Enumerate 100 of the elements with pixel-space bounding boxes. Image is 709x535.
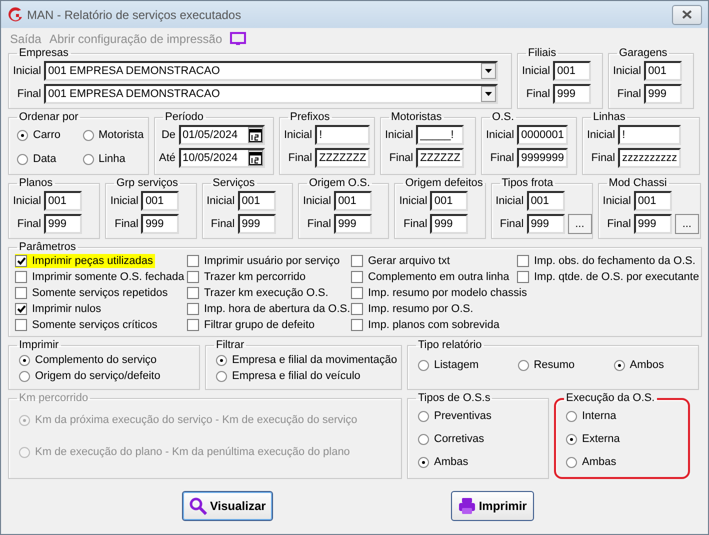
input-field[interactable]: _____! [416, 125, 464, 145]
close-button[interactable] [672, 4, 702, 24]
radio-option[interactable]: Ambos [614, 358, 664, 372]
radio-option[interactable]: Corretivas [418, 432, 484, 446]
group-title: Tipos de O.S.s [417, 392, 492, 405]
field-label: Inicial [486, 129, 514, 141]
checkbox-option[interactable]: Imprimir nulos [15, 302, 104, 316]
radio-option[interactable]: Ambas [566, 455, 616, 469]
input-field[interactable]: 001 [141, 191, 180, 211]
input-field[interactable]: zzzzzzzzzz [618, 148, 682, 168]
group-title: Motoristas [390, 111, 443, 124]
input-field[interactable]: 999 [44, 214, 82, 234]
dropdown-arrow-icon [485, 92, 492, 96]
field-label: Inicial [110, 195, 138, 207]
input-field[interactable]: 001 [238, 191, 276, 211]
input-field[interactable]: 001 [44, 191, 82, 211]
field-label: Até [159, 152, 176, 164]
input-field[interactable]: 999 [553, 84, 592, 104]
field-label: Inicial [206, 195, 235, 207]
dropdown-field[interactable]: 001 EMPRESA DEMONSTRACAO [44, 84, 498, 104]
radio-option[interactable]: Empresa e filial da movimentação [216, 353, 398, 367]
field-label: Final [490, 152, 514, 164]
group-title: Imprimir [18, 339, 60, 352]
checkbox-option[interactable]: Trazer km percorrido [187, 270, 308, 284]
checkbox-option[interactable]: Somente serviços repetidos [15, 286, 170, 300]
field-label: Inicial [13, 195, 42, 207]
preview-button[interactable]: Visualizar [182, 491, 273, 521]
radio-option[interactable]: Linha [82, 152, 144, 166]
input-field[interactable]: 999 [238, 214, 276, 234]
group-title: Parâmetros [18, 241, 77, 254]
input-field[interactable]: 0000001 [517, 125, 568, 145]
group-title: Grp serviços [115, 177, 180, 190]
input-field[interactable]: 001 [334, 191, 372, 211]
checkbox-option[interactable]: Filtrar grupo de defeito [187, 318, 317, 332]
check-icon [16, 257, 26, 265]
input-field[interactable]: ZZZZZZZ [315, 148, 370, 168]
checkbox-option[interactable]: Complemento em outra linha [351, 270, 512, 284]
field-label: Inicial [613, 65, 642, 77]
checkbox-option[interactable]: Imprimir usuário por serviço [187, 254, 342, 268]
checkbox-option[interactable]: Imprimir somente O.S. fechada [15, 270, 186, 284]
close-icon [682, 10, 692, 19]
field-label: Final [288, 152, 312, 164]
input-field[interactable]: 001 [526, 191, 565, 211]
checkbox-option[interactable]: Somente serviços críticos [15, 318, 160, 332]
radio-option[interactable]: Carro [17, 128, 78, 142]
radio-option[interactable]: Listagem [418, 358, 479, 372]
radio-option[interactable]: Data [17, 152, 78, 166]
field-label: Inicial [302, 195, 332, 207]
print-button[interactable]: Imprimir [450, 491, 534, 521]
input-field[interactable]: 999 [644, 84, 682, 104]
radio-option[interactable]: Ambas [418, 455, 468, 469]
browse-button[interactable]: ... [674, 214, 699, 234]
input-field[interactable]: ZZZZZZ [416, 148, 464, 168]
group-title: Ordenar por [18, 111, 80, 124]
input-field[interactable]: 001 [634, 191, 672, 211]
checkbox-option[interactable]: Gerar arquivo txt [351, 254, 452, 268]
monitor-icon[interactable] [230, 32, 246, 46]
calendar-icon[interactable] [248, 152, 262, 164]
input-field[interactable]: ! [315, 125, 370, 145]
input-field[interactable]: 999 [334, 214, 372, 234]
date-field[interactable]: 10/05/2024 [178, 148, 265, 168]
input-field[interactable]: ! [618, 125, 682, 145]
checkbox-option[interactable]: Imp. resumo por O.S. [351, 302, 476, 316]
checkbox-option[interactable]: Imp. qtde. de O.S. por executante [517, 270, 702, 284]
input-field[interactable]: 999 [141, 214, 180, 234]
checkbox-option[interactable]: Imprimir peças utilizadas [15, 254, 156, 268]
calendar-icon[interactable] [248, 128, 262, 142]
field-label: Final [17, 218, 42, 230]
radio-option[interactable]: Empresa e filial do veículo [216, 369, 360, 383]
radio-option: Km da próxima execução do serviço - Km de execução do serviço [19, 413, 358, 427]
date-field[interactable]: 01/05/2024 [178, 125, 265, 145]
field-label: Inicial [399, 195, 428, 207]
radio-option: Km de execução do plano - Km da penúltima execução do plano [19, 445, 350, 459]
radio-option[interactable]: Resumo [518, 358, 575, 372]
checkbox-option[interactable]: Imp. resumo por modelo chassis [351, 286, 529, 300]
field-label: Final [526, 88, 550, 100]
input-field[interactable]: 9999999 [517, 148, 568, 168]
radio-option[interactable]: Motorista [82, 128, 144, 142]
group-title: Execução da O.S. [565, 392, 656, 405]
radio-option[interactable]: Origem do serviço/defeito [19, 369, 160, 383]
checkbox-option[interactable]: Trazer km execução O.S. [187, 286, 330, 300]
dropdown-field[interactable]: 001 EMPRESA DEMONSTRACAO [44, 61, 498, 81]
field-label: Final [307, 218, 332, 230]
radio-option[interactable]: Preventivas [418, 409, 492, 423]
input-field[interactable]: 999 [430, 214, 468, 234]
input-field[interactable]: 999 [526, 214, 565, 234]
window-title: MAN - Relatório de serviços executados [27, 8, 242, 22]
input-field[interactable]: 001 [644, 61, 682, 81]
checkbox-option[interactable]: Imp. obs. do fechamento da O.S. [517, 254, 698, 268]
group-title: Km percorrido [18, 392, 90, 405]
input-field[interactable]: 999 [634, 214, 672, 234]
radio-option[interactable]: Interna [566, 409, 616, 423]
input-field[interactable]: 001 [430, 191, 468, 211]
browse-button[interactable]: ... [568, 214, 592, 234]
field-label: Final [389, 152, 414, 164]
input-field[interactable]: 001 [553, 61, 592, 81]
checkbox-option[interactable]: Imp. planos com sobrevida [351, 318, 502, 332]
checkbox-option[interactable]: Imp. hora de abertura da O.S. [187, 302, 352, 316]
radio-option[interactable]: Externa [566, 432, 620, 446]
radio-option[interactable]: Complemento do serviço [19, 353, 157, 367]
